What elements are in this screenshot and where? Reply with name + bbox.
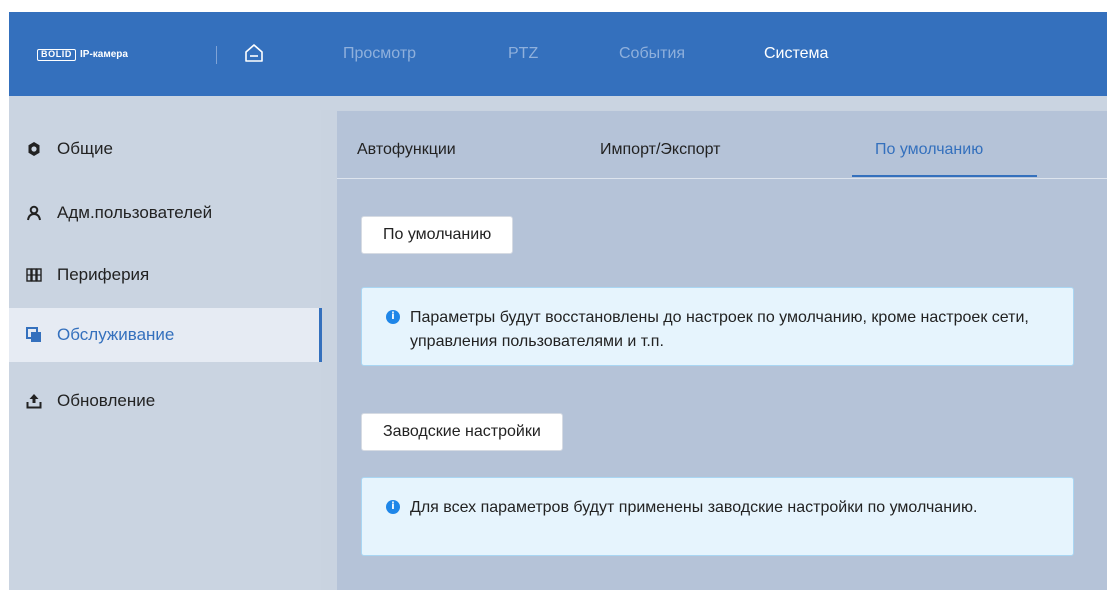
nav-system[interactable]: Система [764,45,828,63]
top-header: BOLID IP-камера Просмотр PTZ События Сис… [9,12,1107,96]
sidebar-item-label: Обслуживание [57,325,175,344]
maintenance-icon [25,326,43,344]
user-icon [25,204,43,222]
header-divider [216,46,217,64]
peripheral-icon [25,266,43,284]
active-indicator [319,308,322,362]
factory-info-box: i Для всех параметров будут применены за… [361,477,1074,556]
tab-import-export[interactable]: Импорт/Экспорт [600,141,721,159]
nav-view[interactable]: Просмотр [343,45,416,63]
defaults-info-box: i Параметры будут восстановлены до настр… [361,287,1074,366]
nav-events[interactable]: События [619,45,685,63]
logo: BOLID IP-камера [37,48,128,61]
gear-icon [25,140,43,158]
sidebar-item-label: Общие [57,139,113,158]
info-icon: i [386,310,400,324]
sidebar-item-maintenance[interactable]: Обслуживание [9,308,322,362]
sidebar-item-general[interactable]: Общие [9,122,319,176]
nav-ptz[interactable]: PTZ [508,45,538,63]
tab-defaults[interactable]: По умолчанию [875,141,983,159]
upload-icon [25,392,43,410]
tab-auto-functions[interactable]: Автофункции [357,141,456,159]
logo-brand: BOLID [37,48,76,61]
tabs-divider [337,178,1107,179]
sidebar-item-label: Адм.пользователей [57,203,213,222]
defaults-info-text: Параметры будут восстановлены до настрое… [410,309,1029,350]
sidebar-item-update[interactable]: Обновление [9,374,319,428]
restore-defaults-button[interactable]: По умолчанию [361,216,514,254]
factory-info-text: Для всех параметров будут применены заво… [410,499,978,516]
main-panel: Автофункции Импорт/Экспорт По умолчанию … [337,111,1107,590]
factory-reset-button[interactable]: Заводские настройки [361,413,563,451]
active-tab-underline [852,175,1037,177]
sidebar-item-label: Обновление [57,391,156,410]
sidebar-item-peripherals[interactable]: Периферия [9,248,319,302]
sidebar-item-users[interactable]: Адм.пользователей [9,186,319,240]
app-frame: BOLID IP-камера Просмотр PTZ События Сис… [9,12,1107,590]
sidebar: Общие Адм.пользователей Периферия Обслуж… [9,96,322,590]
logo-text: IP-камера [80,49,128,60]
home-icon[interactable] [243,42,265,64]
sidebar-item-label: Периферия [57,265,150,284]
info-icon: i [386,500,400,514]
